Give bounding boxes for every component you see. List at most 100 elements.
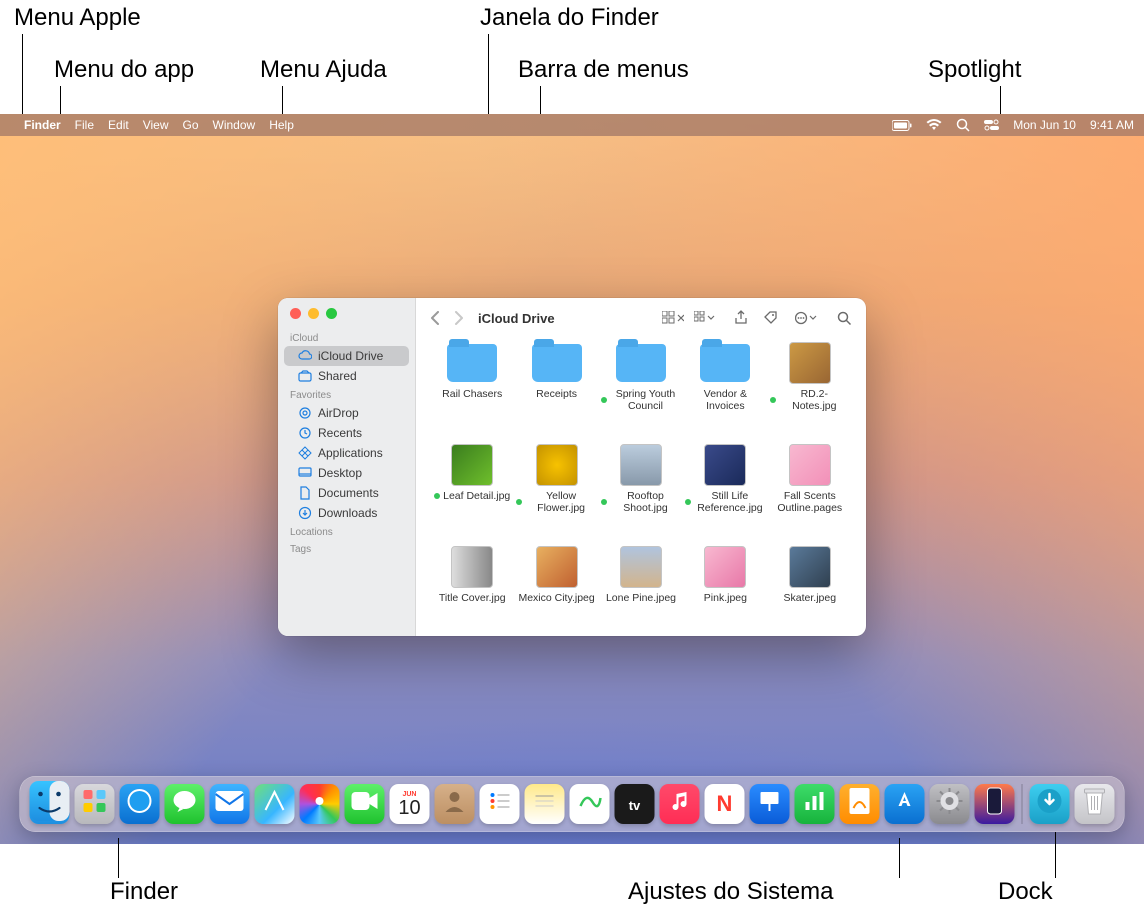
action-button[interactable]: [795, 311, 819, 325]
dock-iphone-mirroring[interactable]: [975, 784, 1015, 824]
file-name: Lone Pine.jpeg: [606, 592, 676, 604]
callout-line: [1055, 832, 1056, 878]
file-item[interactable]: Fall Scents Outline.pages: [770, 444, 850, 536]
menu-view[interactable]: View: [143, 118, 169, 132]
file-name: Receipts: [536, 388, 577, 400]
menubar-date[interactable]: Mon Jun 10: [1013, 118, 1076, 132]
menubar-time[interactable]: 9:41 AM: [1090, 118, 1134, 132]
control-center-icon[interactable]: [984, 119, 999, 131]
file-item[interactable]: Leaf Detail.jpg: [432, 444, 512, 536]
numbers-icon: [804, 790, 826, 818]
dock-downloads[interactable]: [1030, 784, 1070, 824]
sidebar-section-header: Locations: [278, 523, 415, 540]
sidebar-item-shared[interactable]: Shared: [284, 366, 409, 386]
dock-keynote[interactable]: [750, 784, 790, 824]
menu-window[interactable]: Window: [213, 118, 256, 132]
file-item[interactable]: RD.2-Notes.jpg: [770, 342, 850, 434]
calendar-day: 10: [398, 798, 420, 818]
dock-mail[interactable]: [210, 784, 250, 824]
dock-freeform[interactable]: [570, 784, 610, 824]
dock-launchpad[interactable]: [75, 784, 115, 824]
file-item[interactable]: Receipts: [516, 342, 596, 434]
finder-window: iCloudiCloud DriveSharedFavoritesAirDrop…: [278, 298, 866, 636]
file-item[interactable]: Spring Youth Council: [601, 342, 681, 434]
file-item[interactable]: Rail Chasers: [432, 342, 512, 434]
sidebar-item-airdrop[interactable]: AirDrop: [284, 403, 409, 423]
file-item[interactable]: Rooftop Shoot.jpg: [601, 444, 681, 536]
minimize-button[interactable]: [308, 308, 319, 319]
battery-icon[interactable]: [892, 120, 912, 131]
file-thumbnail: [789, 546, 831, 588]
file-item[interactable]: Still Life Reference.jpg: [685, 444, 765, 536]
dock-contacts[interactable]: [435, 784, 475, 824]
finder-toolbar: iCloud Drive: [416, 298, 866, 338]
dock-tv[interactable]: tv: [615, 784, 655, 824]
dock-news[interactable]: N: [705, 784, 745, 824]
file-item[interactable]: Mexico City.jpeg: [516, 546, 596, 626]
file-item[interactable]: Yellow Flower.jpg: [516, 444, 596, 536]
dock-pages[interactable]: [840, 784, 880, 824]
file-name: RD.2-Notes.jpg: [779, 388, 850, 412]
dock-numbers[interactable]: [795, 784, 835, 824]
safari-icon: [126, 787, 154, 821]
folder-icon: [530, 342, 584, 384]
dock-notes[interactable]: [525, 784, 565, 824]
wifi-icon[interactable]: [926, 119, 942, 131]
sidebar-item-icloud-drive[interactable]: iCloud Drive: [284, 346, 409, 366]
folder-icon: [614, 342, 668, 384]
sidebar-item-applications[interactable]: Applications: [284, 443, 409, 463]
dock-separator: [1022, 784, 1023, 824]
app-menu[interactable]: Finder: [24, 118, 61, 132]
sidebar-item-downloads[interactable]: Downloads: [284, 503, 409, 523]
sidebar-item-documents[interactable]: Documents: [284, 483, 409, 503]
menu-help[interactable]: Help: [269, 118, 294, 132]
back-button[interactable]: [430, 311, 440, 325]
dock-maps[interactable]: [255, 784, 295, 824]
forward-button[interactable]: [454, 311, 464, 325]
group-button[interactable]: [694, 311, 718, 325]
file-thumbnail: [789, 444, 831, 486]
dock-facetime[interactable]: [345, 784, 385, 824]
zoom-button[interactable]: [326, 308, 337, 319]
file-item[interactable]: Vendor & Invoices: [685, 342, 765, 434]
menu-go[interactable]: Go: [183, 118, 199, 132]
dock-reminders[interactable]: [480, 784, 520, 824]
file-name: Yellow Flower.jpg: [525, 490, 596, 514]
dock-calendar[interactable]: JUN10: [390, 784, 430, 824]
spotlight-icon[interactable]: [956, 118, 970, 132]
notes-icon: [532, 788, 558, 820]
dock-finder[interactable]: [30, 784, 70, 824]
dock-trash[interactable]: [1075, 784, 1115, 824]
file-thumbnail: [451, 546, 493, 588]
callout-spotlight: Spotlight: [928, 56, 1021, 84]
dock-system-settings[interactable]: [930, 784, 970, 824]
menu-edit[interactable]: Edit: [108, 118, 129, 132]
mail-icon: [216, 791, 244, 817]
file-item[interactable]: Skater.jpeg: [770, 546, 850, 626]
tag-icon[interactable]: [764, 311, 779, 326]
view-icons-button[interactable]: [662, 311, 684, 325]
menu-file[interactable]: File: [75, 118, 94, 132]
sidebar-section-header: Tags: [278, 540, 415, 557]
close-button[interactable]: [290, 308, 301, 319]
sidebar-section-header: Favorites: [278, 386, 415, 403]
sidebar-item-recents[interactable]: Recents: [284, 423, 409, 443]
share-icon[interactable]: [734, 310, 748, 326]
file-item[interactable]: Pink.jpeg: [685, 546, 765, 626]
dock-music[interactable]: [660, 784, 700, 824]
sidebar-item-desktop[interactable]: Desktop: [284, 463, 409, 483]
sidebar-item-label: Documents: [318, 486, 379, 500]
dock-appstore[interactable]: [885, 784, 925, 824]
callout-ajustes: Ajustes do Sistema: [628, 878, 833, 906]
file-item[interactable]: Lone Pine.jpeg: [601, 546, 681, 626]
tag-dot-icon: [685, 499, 691, 505]
folder-icon: [698, 342, 752, 384]
dock-messages[interactable]: [165, 784, 205, 824]
window-controls: [278, 306, 415, 329]
dock-safari[interactable]: [120, 784, 160, 824]
dock-photos[interactable]: [300, 784, 340, 824]
music-icon: [669, 790, 691, 818]
search-icon[interactable]: [837, 311, 852, 326]
callout-finder: Finder: [110, 878, 178, 906]
file-item[interactable]: Title Cover.jpg: [432, 546, 512, 626]
